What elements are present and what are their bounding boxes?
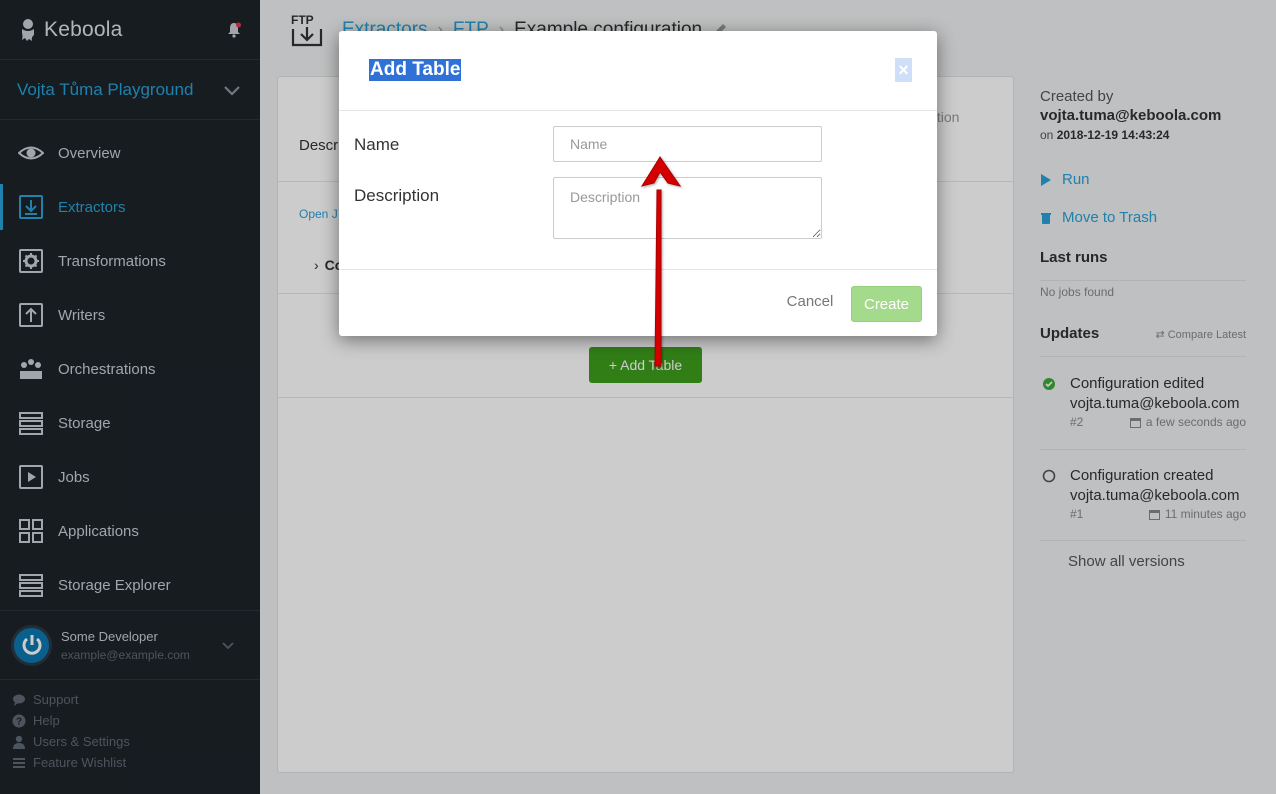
modal-title: Add Table — [369, 59, 462, 81]
name-label: Name — [354, 135, 400, 154]
name-input[interactable] — [553, 126, 822, 162]
cancel-button[interactable]: Cancel — [777, 289, 843, 313]
add-table-modal: Add Table × Name Description Cancel Crea… — [339, 31, 937, 336]
create-button[interactable]: Create — [851, 286, 922, 322]
description-label: Description — [354, 186, 440, 205]
close-button[interactable]: × — [895, 58, 912, 82]
modal-footer-divider — [339, 269, 937, 270]
description-input[interactable] — [553, 177, 822, 239]
modal-header: Add Table × — [339, 31, 937, 111]
